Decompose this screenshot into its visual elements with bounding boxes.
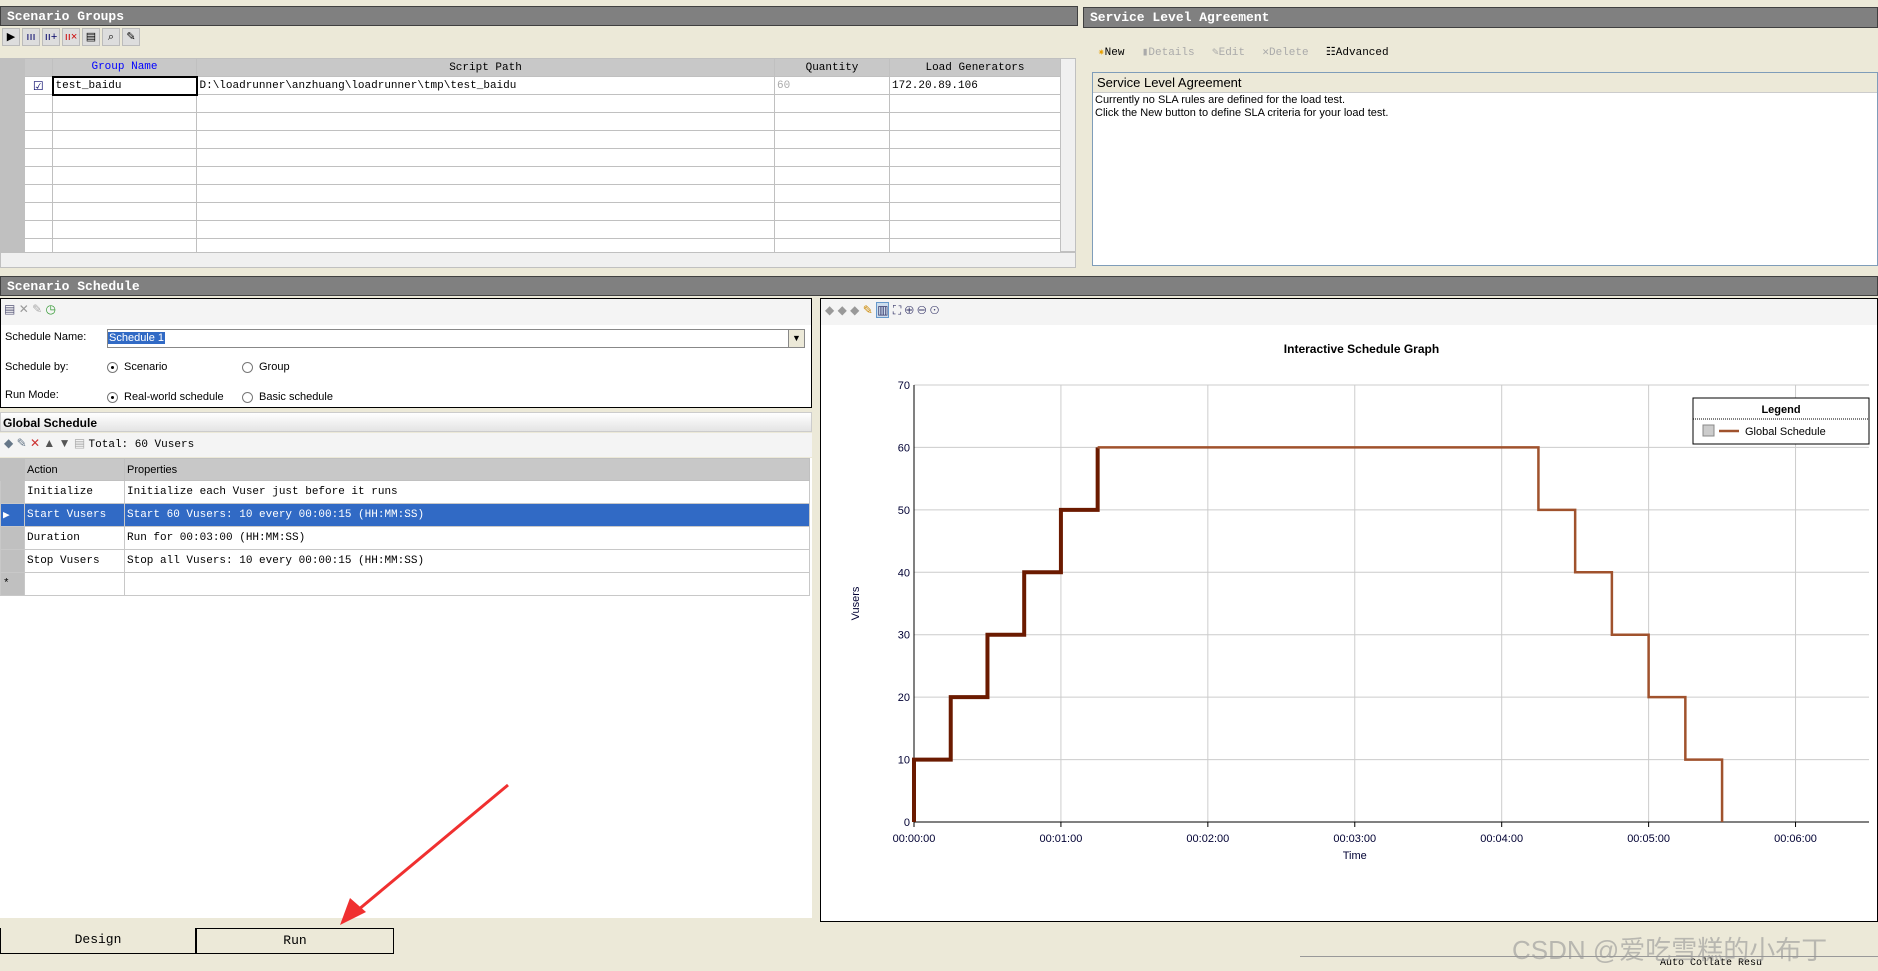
global-toolbar: ◆ ✎ ✕ ▲ ▼ ▤ Total: 60 Vusers	[0, 433, 812, 457]
y-tick-label: 40	[898, 567, 910, 579]
zoom-out-icon[interactable]: ⊖	[917, 303, 926, 317]
chevron-down-icon[interactable]: ▼	[788, 330, 804, 347]
graph-tool-icon[interactable]: ◆	[838, 303, 847, 317]
new-sla-button[interactable]: ✷New	[1098, 45, 1124, 59]
y-tick-label: 20	[898, 692, 910, 704]
table-row[interactable]: ▶ Start Vusers Start 60 Vusers: 10 every 0…	[0, 503, 810, 527]
graph-tool-icon[interactable]: ◆	[825, 303, 834, 317]
remove-vusers-icon[interactable]: ıı×	[62, 28, 80, 46]
x-tick-label: 00:01:00	[1040, 833, 1083, 845]
col-group-name[interactable]: Group Name	[52, 58, 197, 77]
x-tick-label: 00:00:00	[893, 833, 936, 845]
x-tick-label: 00:06:00	[1774, 833, 1817, 845]
add-vusers-icon[interactable]: ıı+	[42, 28, 60, 46]
col-quantity[interactable]: Quantity	[774, 58, 890, 77]
chart-title: Interactive Schedule Graph	[1284, 342, 1439, 356]
delete-button[interactable]: ✕Delete	[1262, 45, 1308, 59]
graph-toolbar: ◆ ◆ ◆ ✎ ▥ ⛶ ⊕ ⊖ ⊙	[821, 299, 1877, 325]
move-up-icon[interactable]: ▲	[43, 436, 55, 450]
edit-action-icon[interactable]: ✎	[17, 436, 27, 450]
x-tick-label: 00:03:00	[1333, 833, 1376, 845]
legend-label: Global Schedule	[1745, 426, 1826, 438]
schedule-by-group-radio[interactable]: Group	[242, 361, 290, 373]
play-icon[interactable]: ▶	[2, 28, 20, 46]
chart-view-icon[interactable]: ▥	[876, 302, 890, 318]
x-axis-label: Time	[1343, 850, 1367, 862]
y-tick-label: 10	[898, 755, 910, 767]
fit-icon[interactable]: ⛶	[893, 303, 901, 317]
delete-schedule-icon[interactable]: ✕	[19, 302, 29, 316]
global-schedule-header: Global Schedule	[0, 412, 812, 432]
table-row[interactable]: Initialize Initialize each Vuser just bef…	[0, 480, 810, 504]
y-tick-label: 0	[904, 817, 910, 829]
table-row[interactable]: ☑ test_baidu D:\loadrunner\anzhuang\loadru…	[0, 75, 1060, 96]
y-tick-label: 50	[898, 505, 910, 517]
y-tick-label: 70	[898, 380, 910, 392]
groups-toolbar: ▶ ııı ıı+ ıı× ▤ ⌕ ✎	[2, 28, 142, 46]
legend-title: Legend	[1761, 404, 1800, 416]
zoom-in-icon[interactable]: ⊕	[905, 303, 914, 317]
view-script-icon[interactable]: ⌕	[102, 28, 120, 46]
tab-run[interactable]: Run	[196, 928, 394, 954]
tab-design[interactable]: Design	[0, 928, 196, 954]
groups-vscrollbar[interactable]	[1060, 58, 1076, 252]
schedule-toolbar: ▤ ✕ ✎ ◷	[1, 299, 811, 325]
table-row[interactable]: Stop Vusers Stop all Vusers: 10 every 00:…	[0, 549, 810, 573]
real-world-radio[interactable]: Real-world schedule	[107, 391, 224, 403]
schedule-name-select[interactable]: Schedule 1 ▼	[107, 329, 805, 348]
advanced-button[interactable]: ☷Advanced	[1326, 45, 1389, 59]
col-script-path[interactable]: Script Path	[196, 58, 775, 77]
legend-checkbox	[1702, 424, 1715, 437]
y-tick-label: 30	[898, 630, 910, 642]
vusers-icon[interactable]: ııı	[22, 28, 40, 46]
scenario-groups-header: Scenario Groups	[0, 6, 1078, 26]
sla-toolbar: ✷New ▮Details ✎Edit ✕Delete ☷Advanced	[1098, 44, 1403, 59]
watermark: CSDN @爱吃雪糕的小布丁	[1512, 935, 1828, 965]
scenario-schedule-header: Scenario Schedule	[0, 276, 1878, 296]
schedule-clock-icon[interactable]: ◷	[46, 302, 56, 316]
zoom-reset-icon[interactable]: ⊙	[930, 303, 939, 317]
schedule-chart[interactable]: Interactive Schedule Graph 0 10 20 30 40 50 60 7…	[821, 325, 1877, 921]
sla-header: Service Level Agreement	[1083, 7, 1878, 28]
add-action-icon[interactable]: ◆	[4, 436, 13, 450]
rename-schedule-icon[interactable]: ✎	[32, 302, 42, 316]
new-schedule-icon[interactable]: ▤	[4, 302, 15, 316]
schedule-settings: ▤ ✕ ✎ ◷ Schedule Name: Schedule 1 ▼ Sched…	[0, 298, 812, 408]
x-tick-label: 00:04:00	[1480, 833, 1523, 845]
table-row[interactable]: Duration Run for 00:03:00 (HH:MM:SS)	[0, 526, 810, 550]
copy-icon[interactable]: ▤	[74, 436, 85, 450]
edit-script-icon[interactable]: ✎	[122, 28, 140, 46]
x-tick-label: 00:02:00	[1186, 833, 1229, 845]
y-tick-label: 60	[898, 442, 910, 454]
new-icon: ✷	[1098, 47, 1105, 59]
delete-action-icon[interactable]: ✕	[30, 436, 40, 450]
y-axis-label: Vusers	[850, 586, 862, 620]
col-load-generators[interactable]: Load Generators	[889, 58, 1060, 77]
details-button[interactable]: ▮Details	[1142, 45, 1195, 59]
new-row[interactable]: *	[0, 572, 810, 596]
groups-hscrollbar[interactable]	[0, 252, 1076, 268]
graph-tool-icon[interactable]: ◆	[850, 303, 859, 317]
details-icon[interactable]: ▤	[82, 28, 100, 46]
basic-schedule-radio[interactable]: Basic schedule	[242, 391, 333, 403]
x-tick-label: 00:05:00	[1627, 833, 1670, 845]
pencil-icon[interactable]: ✎	[863, 303, 873, 317]
schedule-by-scenario-radio[interactable]: Scenario	[107, 361, 167, 373]
sla-box: Service Level Agreement Currently no SLA…	[1092, 72, 1878, 266]
edit-button[interactable]: ✎Edit	[1212, 45, 1245, 59]
annotation-arrow	[340, 783, 509, 925]
groups-table: Group Name Script Path Quantity Load Genera…	[0, 58, 1060, 252]
enable-checkbox[interactable]: ☑	[24, 76, 53, 95]
move-down-icon[interactable]: ▼	[59, 436, 71, 450]
